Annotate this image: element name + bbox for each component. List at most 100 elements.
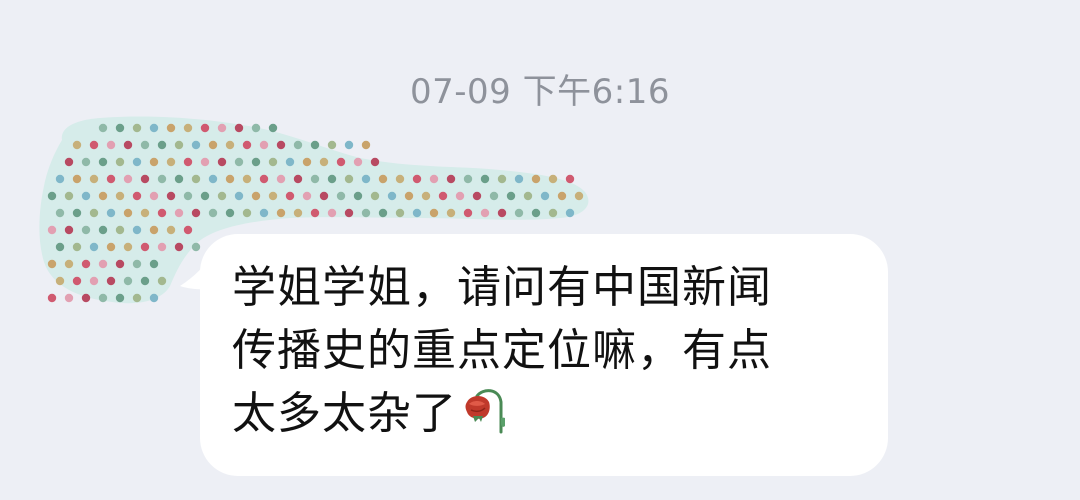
mask-dot [174, 140, 184, 150]
mask-dot [81, 225, 91, 235]
mask-dot [98, 191, 108, 201]
mask-dot [47, 225, 57, 235]
mask-dot [183, 157, 193, 167]
mask-dot [64, 191, 74, 201]
mask-dot [140, 208, 150, 218]
mask-dot [200, 123, 210, 133]
mask-dot [489, 191, 499, 201]
mask-dot [81, 157, 91, 167]
mask-dot [64, 225, 74, 235]
mask-dot [157, 242, 167, 252]
mask-dot [81, 191, 91, 201]
mask-dot [200, 191, 210, 201]
mask-dot [361, 140, 371, 150]
mask-dot [285, 157, 295, 167]
mask-dot [106, 208, 116, 218]
mask-dot [327, 140, 337, 150]
mask-dot [174, 208, 184, 218]
mask-dot [123, 140, 133, 150]
mask-dot [293, 174, 303, 184]
mask-dot [565, 174, 575, 184]
mask-dot [149, 259, 159, 269]
chat-timestamp: 07-09 下午6:16 [410, 72, 670, 112]
mask-dot [115, 191, 125, 201]
wilted-rose-icon [459, 386, 508, 438]
mask-dot [429, 174, 439, 184]
mask-dot [506, 191, 516, 201]
mask-dot [64, 259, 74, 269]
mask-dot [191, 242, 201, 252]
mask-dot [140, 276, 150, 286]
mask-dot [344, 140, 354, 150]
mask-dot [115, 225, 125, 235]
mask-dot [540, 191, 550, 201]
mask-dot [514, 208, 524, 218]
mask-dot [234, 123, 244, 133]
mask-dot [446, 208, 456, 218]
mask-dot [157, 276, 167, 286]
mask-dot [55, 174, 65, 184]
mask-dot [336, 191, 346, 201]
mask-dot [174, 242, 184, 252]
mask-dot [319, 191, 329, 201]
mask-dot [115, 123, 125, 133]
mask-dot [327, 174, 337, 184]
mask-dot [115, 293, 125, 303]
mask-dot [480, 174, 490, 184]
mask-dot [370, 191, 380, 201]
message-bubble[interactable]: 学姐学姐，请问有中国新闻 传播史的重点定位嘛，有点 太多太杂了 [200, 234, 888, 476]
mask-dot [132, 157, 142, 167]
mask-dot [531, 174, 541, 184]
mask-dot [574, 191, 584, 201]
mask-dot [310, 208, 320, 218]
mask-dot [242, 174, 252, 184]
mask-dot [404, 191, 414, 201]
mask-dot [200, 157, 210, 167]
mask-dot [234, 191, 244, 201]
mask-dot [132, 123, 142, 133]
mask-dot [183, 225, 193, 235]
mask-dot [106, 140, 116, 150]
mask-dot [89, 174, 99, 184]
mask-dot [89, 140, 99, 150]
mask-dot [370, 157, 380, 167]
mask-dot [47, 191, 57, 201]
mask-dot [132, 293, 142, 303]
mask-dot [132, 225, 142, 235]
mask-dot [293, 140, 303, 150]
mask-dot [302, 191, 312, 201]
mask-dot [497, 208, 507, 218]
mask-dot [276, 140, 286, 150]
mask-dot [557, 191, 567, 201]
mask-dot [378, 174, 388, 184]
mask-dot [140, 242, 150, 252]
mask-dot [191, 140, 201, 150]
mask-dot [421, 191, 431, 201]
mask-dot [412, 174, 422, 184]
mask-dot [497, 174, 507, 184]
mask-dot [106, 242, 116, 252]
mask-dot [327, 208, 337, 218]
mask-dot [55, 242, 65, 252]
mask-dot [98, 225, 108, 235]
mask-dot [548, 174, 558, 184]
mask-dot [276, 174, 286, 184]
mask-dot [191, 208, 201, 218]
mask-dot [183, 191, 193, 201]
mask-dot [64, 293, 74, 303]
mask-dot [115, 157, 125, 167]
mask-dot [149, 123, 159, 133]
mask-dot [259, 208, 269, 218]
mask-dot [395, 208, 405, 218]
mask-dot [115, 259, 125, 269]
mask-dot [183, 123, 193, 133]
mask-dot [259, 174, 269, 184]
mask-dot [251, 157, 261, 167]
mask-dot [378, 208, 388, 218]
mask-dot [251, 123, 261, 133]
mask-dot [166, 225, 176, 235]
mask-dot [89, 242, 99, 252]
mask-dot [472, 191, 482, 201]
mask-dot [217, 123, 227, 133]
mask-dot [455, 191, 465, 201]
